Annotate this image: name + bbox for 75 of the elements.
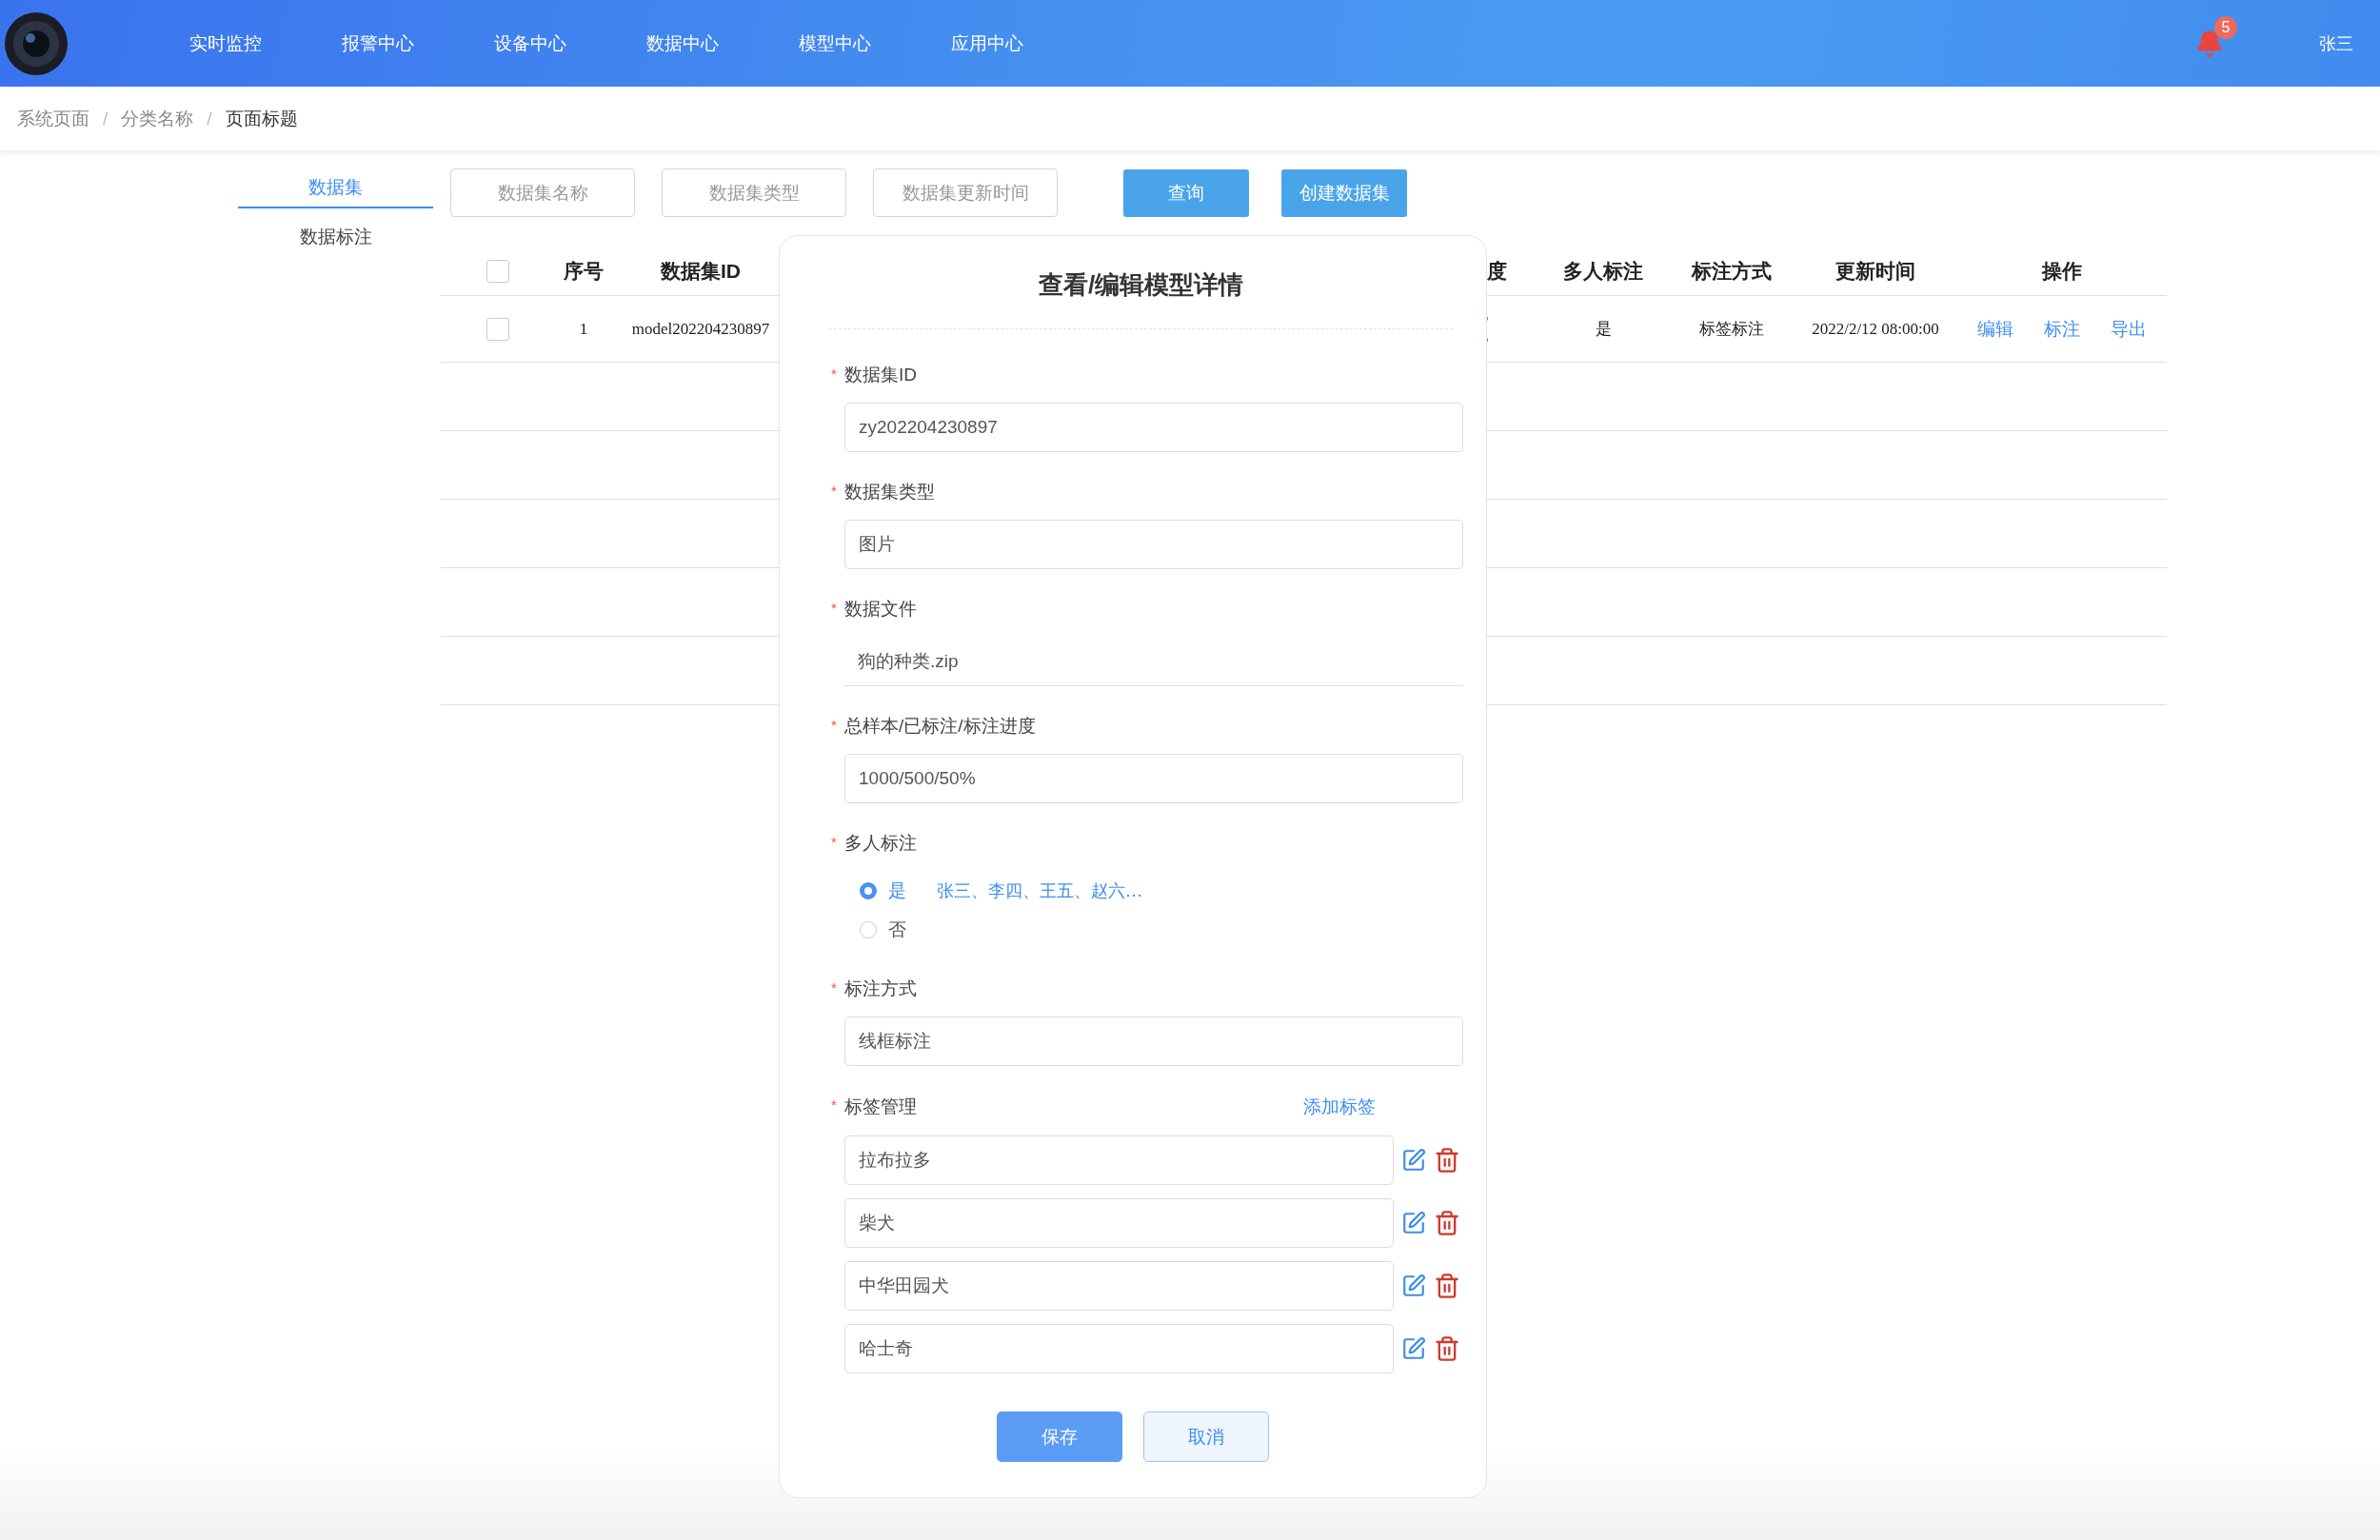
- cancel-button[interactable]: 取消: [1143, 1412, 1269, 1462]
- table-cell-text: 2022/2/12 08:00:00: [1811, 319, 1940, 339]
- camera-lens-logo: [4, 10, 69, 76]
- table-cell-text: 1: [578, 319, 589, 339]
- field-label: 数据文件: [844, 598, 917, 621]
- side-tab[interactable]: 数据标注: [238, 218, 433, 258]
- row-action-link[interactable]: 标注: [2043, 316, 2080, 342]
- column-header: 标注方式: [1690, 258, 1773, 284]
- field-label: 数据集类型: [844, 481, 935, 503]
- breadcrumb-item[interactable]: 分类名称: [121, 106, 194, 131]
- breadcrumb-separator: /: [103, 108, 109, 129]
- text-input[interactable]: zy202204230897: [844, 403, 1463, 452]
- required-mark: *: [831, 980, 837, 995]
- required-mark: *: [831, 484, 837, 498]
- breadcrumb-item[interactable]: 系统页面: [17, 106, 89, 131]
- table-cell-text: 标签标注: [1698, 319, 1765, 340]
- text-input[interactable]: 线框标注: [844, 1017, 1463, 1066]
- text-input[interactable]: 1000/500/50%: [844, 754, 1463, 803]
- nav-link[interactable]: 应用中心: [911, 30, 1063, 56]
- save-button[interactable]: 保存: [997, 1412, 1122, 1462]
- dialog-title: 查看/编辑模型详情: [829, 268, 1453, 329]
- breadcrumb-item: 页面标题: [225, 107, 298, 130]
- row-action-link[interactable]: 导出: [2110, 316, 2147, 342]
- nav-link[interactable]: 模型中心: [759, 30, 911, 56]
- required-mark: *: [831, 1097, 837, 1112]
- required-mark: *: [831, 835, 837, 849]
- column-header: 度: [1487, 258, 1507, 284]
- column-header: 多人标注: [1562, 258, 1644, 284]
- notification-badge: 5: [2214, 15, 2237, 39]
- required-mark: *: [831, 718, 837, 732]
- row-checkbox[interactable]: [486, 317, 509, 341]
- text-input[interactable]: 图片: [844, 520, 1463, 569]
- breadcrumb-separator: /: [207, 108, 212, 129]
- radio-option[interactable]: 否: [860, 917, 906, 942]
- column-header: 操作: [2040, 258, 2083, 284]
- column-header: 数据集ID: [659, 258, 742, 284]
- required-mark: *: [831, 601, 837, 615]
- table-cell-text: model202204230897: [630, 319, 771, 339]
- filter-input[interactable]: 数据集类型: [662, 168, 846, 217]
- field-label: 总样本/已标注/标注进度: [844, 715, 1036, 738]
- annotator-names-link[interactable]: 张三、李四、王五、赵六…: [937, 879, 1142, 902]
- edit-icon[interactable]: [1401, 1148, 1426, 1173]
- nav-link[interactable]: 数据中心: [606, 30, 759, 56]
- trash-icon[interactable]: [1434, 1335, 1460, 1362]
- required-mark: *: [831, 366, 837, 381]
- nav-link[interactable]: 设备中心: [454, 30, 606, 56]
- field-label: 数据集ID: [844, 364, 917, 386]
- tag-input[interactable]: 中华田园犬: [844, 1261, 1394, 1311]
- trash-icon[interactable]: [1434, 1273, 1460, 1299]
- tag-input[interactable]: 哈士奇: [844, 1324, 1394, 1373]
- add-tag-link[interactable]: 添加标签: [1303, 1095, 1376, 1119]
- nav-link[interactable]: 实时监控: [149, 30, 302, 56]
- field-label: 多人标注: [844, 832, 917, 855]
- create-button[interactable]: 创建数据集: [1281, 168, 1407, 217]
- edit-icon[interactable]: [1401, 1211, 1426, 1235]
- nav-link[interactable]: 报警中心: [302, 30, 454, 56]
- edit-icon[interactable]: [1401, 1273, 1426, 1298]
- filter-input[interactable]: 数据集名称: [450, 168, 635, 217]
- field-label: 标签管理: [844, 1096, 917, 1118]
- row-action-link[interactable]: 编辑: [1976, 316, 2013, 342]
- trash-icon[interactable]: [1434, 1147, 1460, 1174]
- field-label: 标注方式: [844, 977, 917, 1000]
- tag-input[interactable]: 拉布拉多: [844, 1135, 1394, 1185]
- column-header: 序号: [563, 258, 605, 284]
- column-header: 更新时间: [1835, 258, 1916, 284]
- filter-input[interactable]: 数据集更新时间: [873, 168, 1058, 217]
- header-checkbox[interactable]: [486, 259, 509, 283]
- user-name[interactable]: 张三: [2319, 31, 2353, 55]
- side-tab[interactable]: 数据集: [238, 168, 433, 208]
- trash-icon[interactable]: [1434, 1210, 1460, 1236]
- edit-icon[interactable]: [1401, 1336, 1426, 1361]
- radio-option[interactable]: 是: [860, 878, 906, 903]
- tag-input[interactable]: 柴犬: [844, 1198, 1394, 1248]
- table-cell-text: 是: [1594, 319, 1613, 340]
- search-button[interactable]: 查询: [1123, 168, 1249, 217]
